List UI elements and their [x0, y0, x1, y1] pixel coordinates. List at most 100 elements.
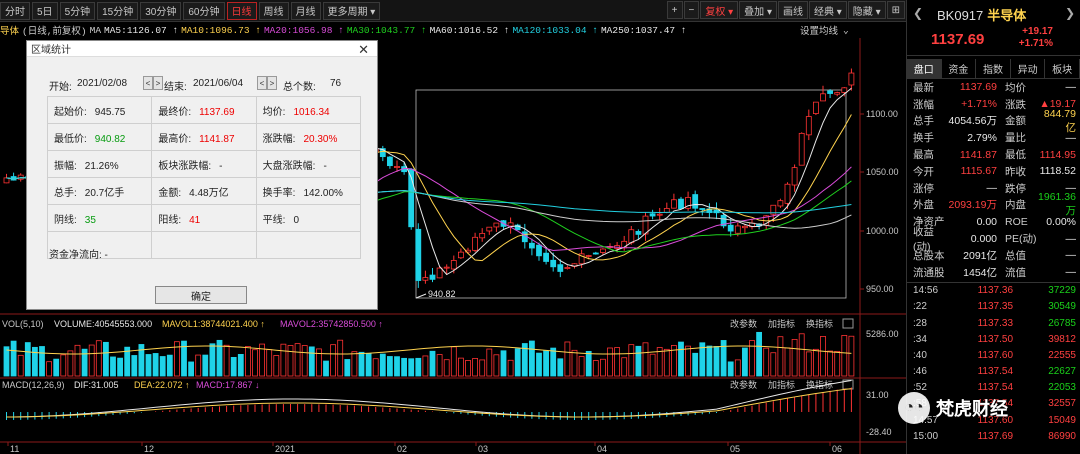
volume-bar: [550, 347, 557, 377]
period-tab-1[interactable]: 5日: [32, 1, 58, 20]
quote-value: 1118.52: [1039, 165, 1076, 178]
tick-volume: 30549: [1048, 301, 1076, 313]
price-axis-label: 950.00: [866, 284, 894, 294]
period-tab-2[interactable]: 5分钟: [59, 1, 96, 20]
toolbar-right-button-5[interactable]: 经典 ▾: [808, 1, 847, 19]
volume-bar: [10, 340, 17, 377]
vol-label: VOL(5,10): [2, 319, 44, 329]
quote-row: 流通股 1454亿 流值 —: [907, 264, 1080, 281]
volume-bar: [429, 350, 436, 377]
grid-toggle-icon[interactable]: ⊞: [886, 1, 905, 19]
period-tab-5[interactable]: 60分钟: [183, 1, 225, 20]
candle-body: [649, 213, 656, 217]
tick-time: :40: [913, 349, 927, 361]
candle-body: [493, 222, 500, 228]
end-prev-button[interactable]: <: [257, 76, 267, 90]
ok-button[interactable]: 确定: [155, 286, 247, 304]
vol-axis-label: 5286.00: [866, 329, 899, 339]
quote-value: +1.71%: [961, 98, 997, 111]
tick-volume: 39812: [1048, 333, 1076, 345]
close-icon[interactable]: ✕: [358, 42, 369, 58]
volume-bar: [507, 359, 514, 377]
tick-volume: 32557: [1048, 398, 1076, 410]
volume-bar: [450, 346, 457, 377]
toolbar-right-button-4[interactable]: 画线: [777, 1, 808, 19]
date-range-row: 开始: 2021/02/08 < > 结束: 2021/06/04 < > 总个…: [27, 76, 379, 94]
volume-bar: [358, 351, 365, 377]
next-stock-icon[interactable]: ❯: [1065, 6, 1075, 20]
quote-label: 涨幅: [913, 98, 934, 111]
tick-volume: 37229: [1048, 285, 1076, 297]
quote-tabs: 盘口 资金 指数 异动 板块: [907, 59, 1080, 79]
time-axis-label: 11: [10, 444, 19, 454]
candle-body: [422, 277, 429, 281]
volume-bar: [401, 357, 408, 377]
macd-dif: DIF:31.005: [74, 380, 119, 390]
volume-bar: [237, 354, 244, 377]
volume-bar: [663, 348, 670, 377]
toolbar-right-button-1[interactable]: −: [683, 1, 700, 19]
period-tab-0[interactable]: 分时: [0, 1, 30, 20]
tick-row: :22 1137.35 30549: [907, 299, 1080, 315]
tick-time: :28: [913, 317, 927, 329]
toolbar-right-button-6[interactable]: 隐藏 ▾: [847, 1, 886, 19]
ma-settings-chevron-icon[interactable]: ⌄: [843, 25, 849, 36]
start-next-button[interactable]: >: [153, 76, 163, 90]
quote-row: 外盘 2093.19万 内盘 1961.36万: [907, 191, 1080, 217]
quote-tab-3[interactable]: 异动: [1011, 59, 1046, 78]
volume-bar: [188, 361, 195, 377]
ma-settings-button[interactable]: 设置均线: [800, 23, 838, 37]
candle-body: [734, 225, 741, 234]
tick-row: :46 1137.54 22627: [907, 364, 1080, 380]
period-tab-4[interactable]: 30分钟: [140, 1, 182, 20]
period-tab-8[interactable]: 月线: [290, 1, 321, 20]
toolbar-right-button-3[interactable]: 叠加 ▾: [739, 1, 777, 19]
macd-macd: MACD:17.867 ↓: [196, 380, 260, 390]
quote-tab-0[interactable]: 盘口: [907, 59, 942, 78]
volume-bar: [379, 353, 386, 377]
candle-body: [536, 244, 542, 257]
candle-body: [543, 252, 549, 262]
stat-value: 1137.69: [199, 106, 235, 118]
candle-body: [450, 260, 457, 270]
ma-label: MA: [89, 24, 102, 36]
quote-tab-4[interactable]: 板块: [1045, 59, 1080, 78]
volume-bar: [166, 354, 173, 377]
end-next-button[interactable]: >: [267, 76, 277, 90]
candle-body: [805, 116, 812, 136]
tick-row: 14:56 1137.36 37229: [907, 283, 1080, 299]
volume-bar: [557, 358, 564, 377]
tick-row: :28 1137.33 26785: [907, 315, 1080, 331]
volume-bar: [81, 348, 88, 377]
volume-bar: [67, 350, 74, 377]
volume-bar: [529, 340, 535, 377]
toolbar-right-button-0[interactable]: +: [666, 1, 683, 19]
volume-bar: [457, 357, 464, 377]
candle-body: [692, 194, 699, 209]
watermark-text: 梵虎财经: [936, 399, 1008, 419]
time-axis-label: 02: [397, 444, 407, 454]
toolbar-right-button-2[interactable]: 复权 ▾: [700, 1, 739, 19]
quote-tab-2[interactable]: 指数: [976, 59, 1011, 78]
period-tab-3[interactable]: 15分钟: [97, 1, 139, 20]
prev-stock-icon[interactable]: ❮: [913, 6, 923, 20]
stat-value: 1016.34: [293, 106, 330, 118]
volume-bar: [408, 358, 415, 377]
volume-bar: [365, 353, 372, 377]
vol-switch-button: 换指标: [806, 318, 833, 329]
tick-time: :22: [913, 301, 927, 313]
stat-value: 35: [84, 214, 96, 226]
vol-mavol2: MAVOL2:35742850.500 ↑: [280, 319, 383, 329]
volume-bar: [571, 349, 578, 377]
volume-bar: [536, 352, 542, 377]
start-prev-button[interactable]: <: [143, 76, 153, 90]
period-tab-6[interactable]: 日线: [226, 1, 257, 20]
quote-label: 量比: [1005, 132, 1026, 145]
volume-bar: [209, 343, 216, 377]
volume-bar: [713, 346, 720, 377]
period-tab-7[interactable]: 周线: [258, 1, 289, 20]
volume-bar: [720, 340, 727, 377]
quote-tab-1[interactable]: 资金: [942, 59, 977, 78]
period-tab-9[interactable]: 更多周期 ▾: [322, 1, 381, 20]
quote-value: —: [1065, 232, 1077, 245]
